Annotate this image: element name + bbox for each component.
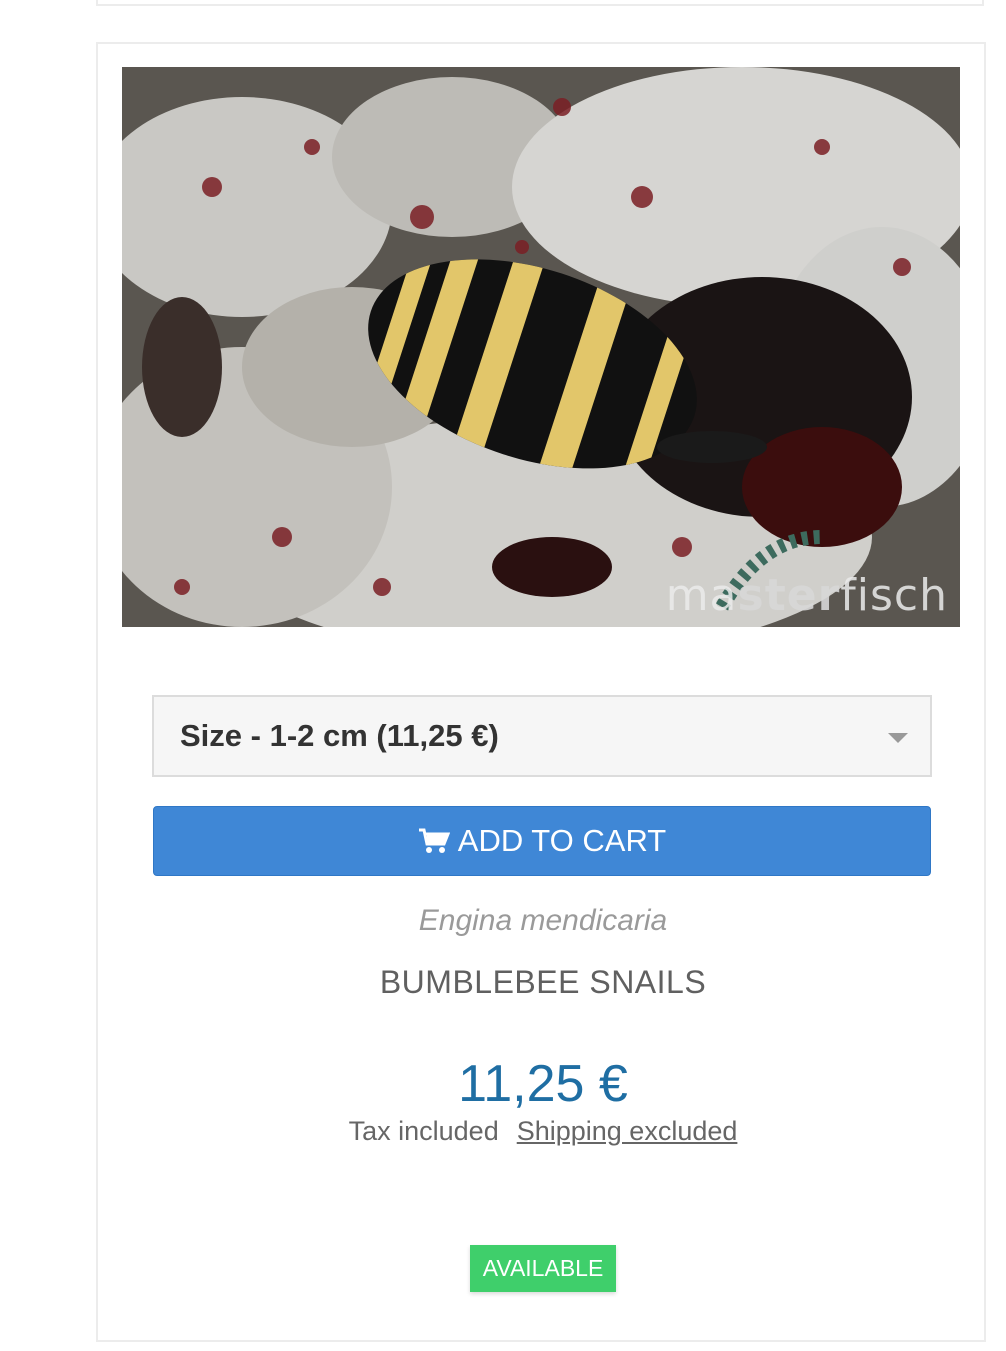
snail-photo (122, 67, 960, 627)
chevron-down-icon (888, 733, 908, 743)
availability-badge: AVAILABLE (470, 1245, 616, 1292)
product-card: masterfisch Size - 1-2 cm (11,25 €) ADD … (96, 42, 986, 1342)
tax-label: Tax included (348, 1116, 499, 1146)
product-price: 11,25 € (458, 1055, 628, 1113)
size-select[interactable]: Size - 1-2 cm (11,25 €) (152, 695, 932, 777)
size-select-value: Size - 1-2 cm (11,25 €) (180, 718, 499, 753)
add-to-cart-button[interactable]: ADD TO CART (153, 806, 931, 876)
tax-shipping-line: Tax included Shipping excluded (98, 1116, 988, 1147)
add-to-cart-label: ADD TO CART (457, 823, 667, 858)
shipping-link[interactable]: Shipping excluded (517, 1116, 738, 1146)
watermark-tail: fisch (840, 570, 948, 621)
scientific-name: Engina mendicaria (418, 904, 668, 937)
watermark-light: ma (665, 570, 738, 621)
product-image[interactable]: masterfisch (122, 67, 960, 627)
watermark-bold: ster (737, 570, 841, 621)
watermark: masterfisch (666, 570, 948, 621)
previous-product-card (96, 0, 984, 6)
cart-icon (418, 828, 450, 853)
product-title[interactable]: BUMBLEBEE SNAILS (98, 964, 988, 1001)
